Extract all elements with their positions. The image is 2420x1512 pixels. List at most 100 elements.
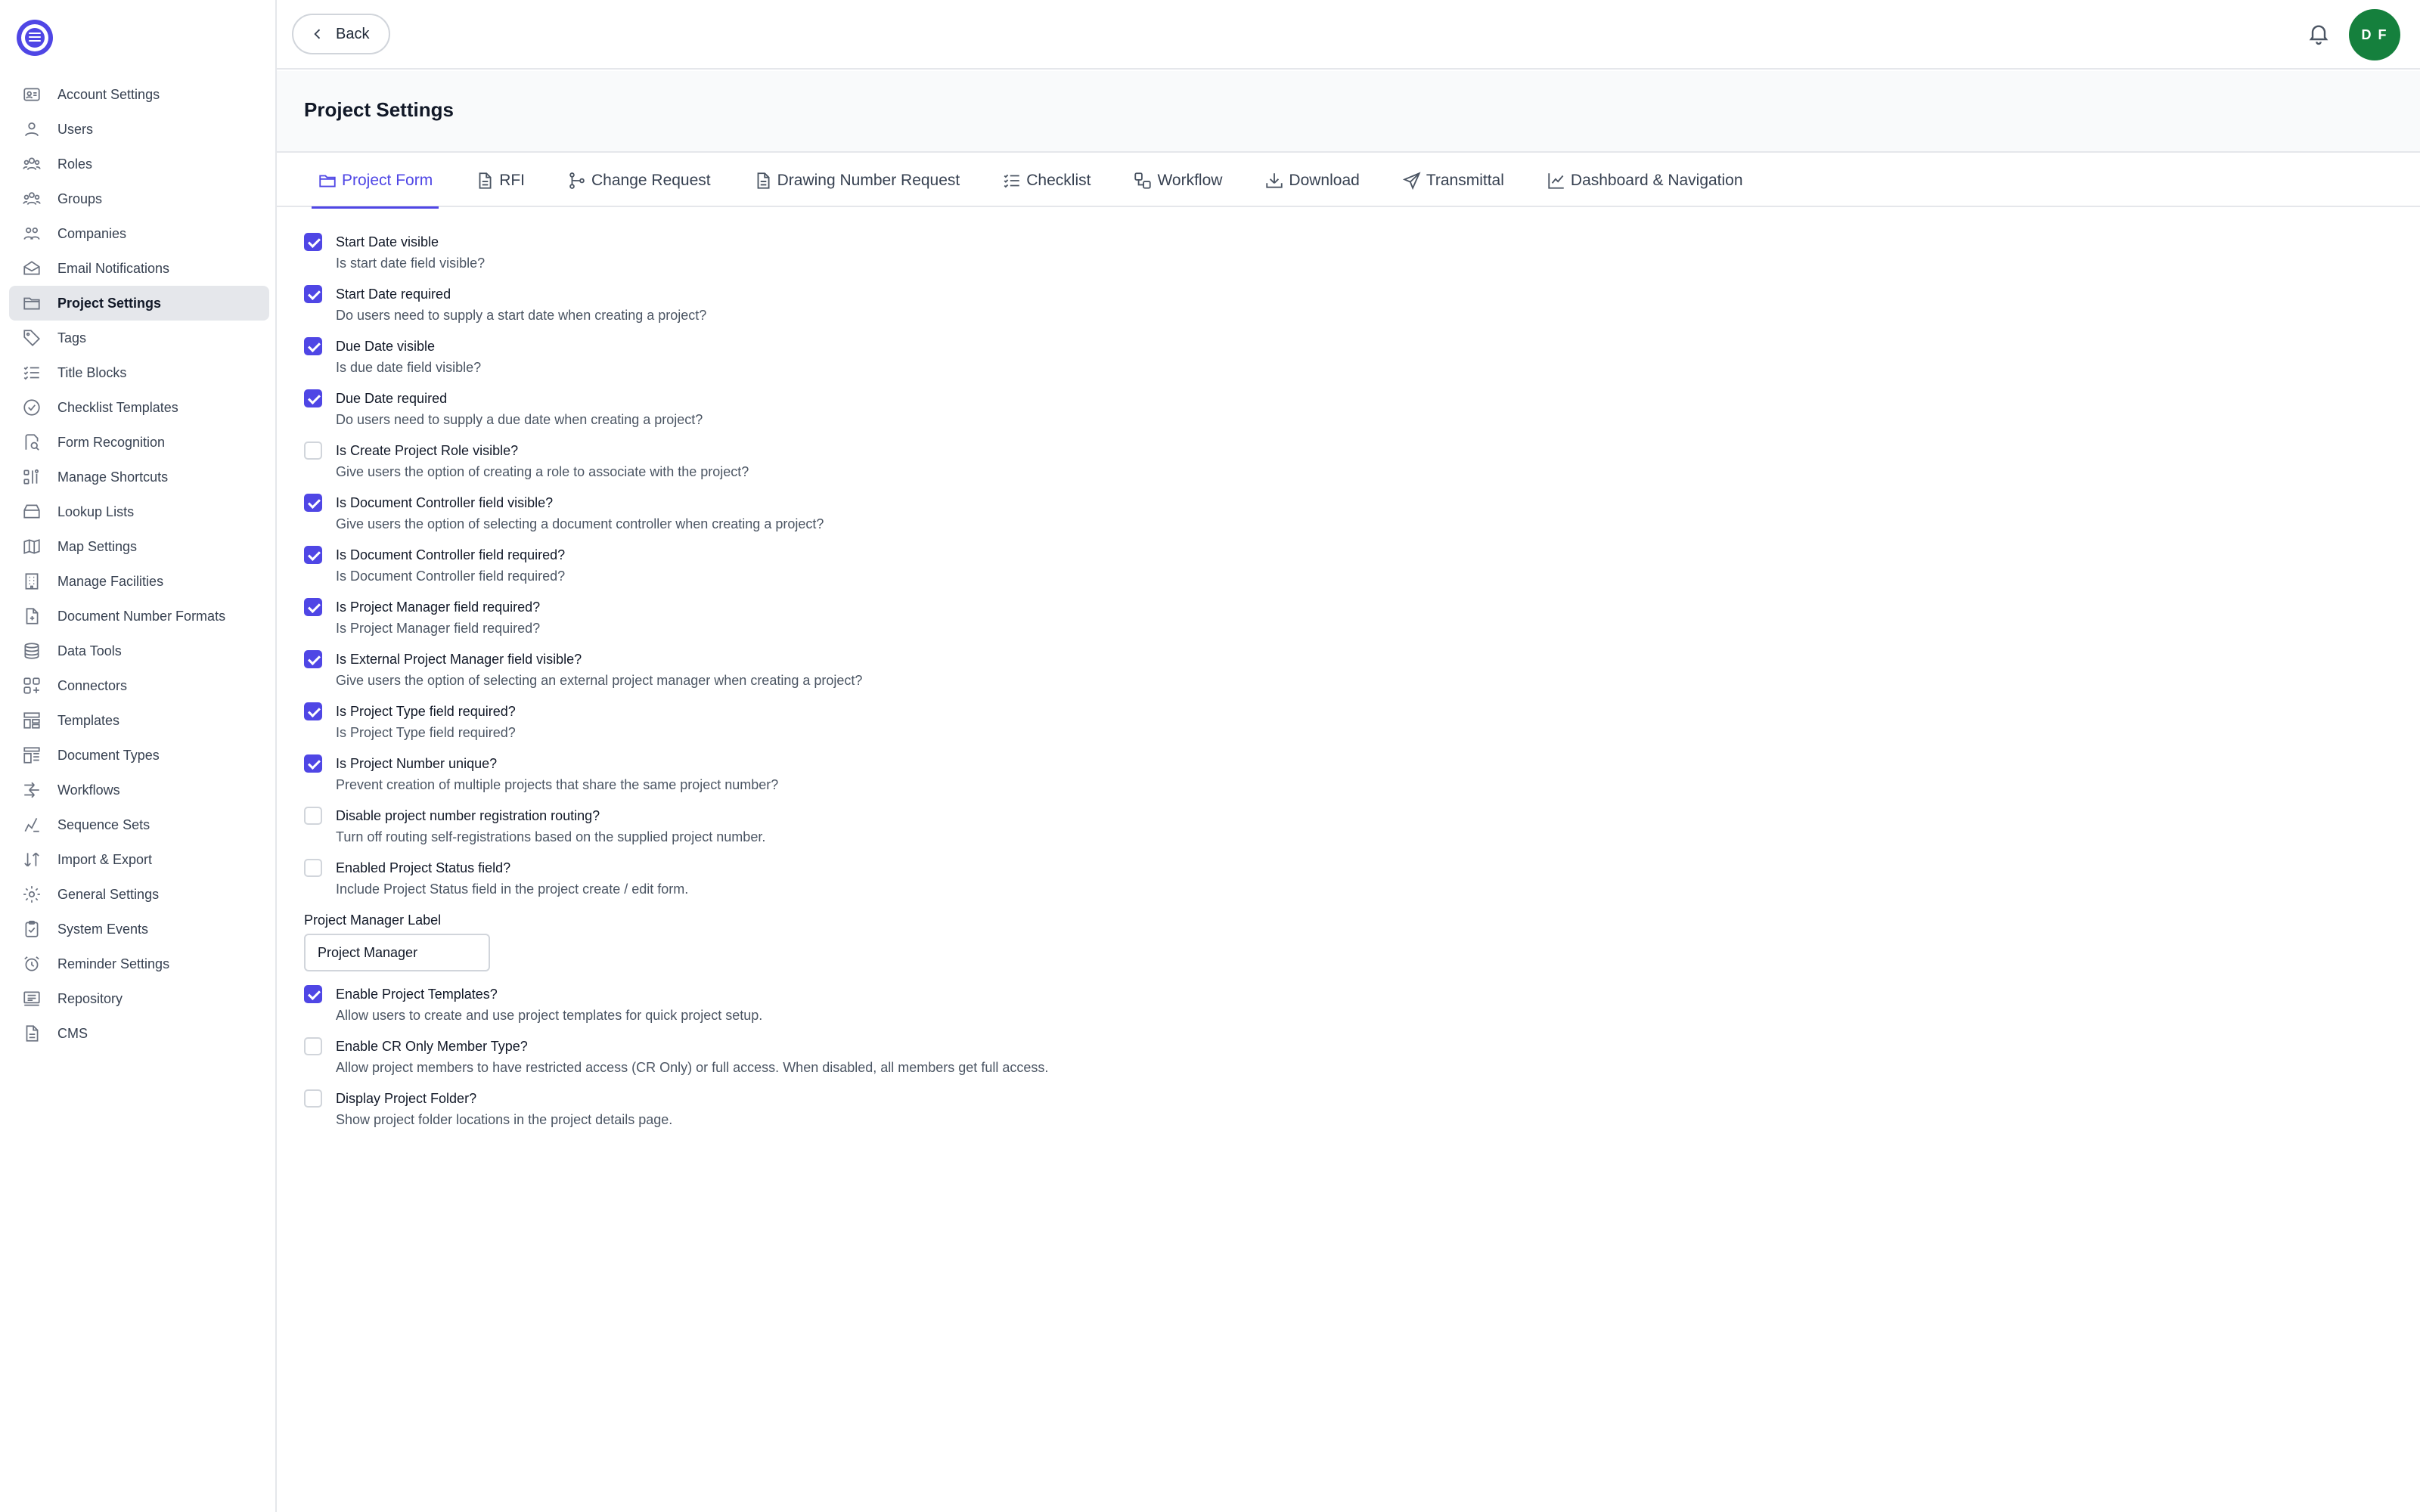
sidebar-item-data-tools[interactable]: Data Tools (9, 634, 269, 668)
roles-icon (23, 157, 41, 170)
sidebar-item-form-recognition[interactable]: Form Recognition (9, 425, 269, 460)
option-checkbox[interactable] (304, 442, 322, 460)
sidebar-item-email-notifications[interactable]: Email Notifications (9, 251, 269, 286)
option-label[interactable]: Is External Project Manager field visibl… (336, 644, 2346, 668)
sidebar-item-tags[interactable]: Tags (9, 321, 269, 355)
sidebar-item-general-settings[interactable]: General Settings (9, 877, 269, 912)
sidebar-item-connectors[interactable]: Connectors (9, 668, 269, 703)
sidebar-item-roles[interactable]: Roles (9, 147, 269, 181)
sidebar-item-project-settings[interactable]: Project Settings (9, 286, 269, 321)
users-icon (25, 122, 39, 137)
option-checkbox[interactable] (304, 1089, 322, 1108)
tab-transmittal[interactable]: Transmittal (1396, 154, 1510, 207)
sidebar-item-title-blocks[interactable]: Title Blocks (9, 355, 269, 390)
app-logo-icon[interactable] (17, 20, 53, 56)
option-checkbox[interactable] (304, 233, 322, 251)
option-checkbox[interactable] (304, 494, 322, 512)
sidebar-item-document-number-formats[interactable]: Document Number Formats (9, 599, 269, 634)
tab-dashboard-and-navigation[interactable]: Dashboard & Navigation (1540, 154, 1749, 207)
connectors-icon-wrap (21, 675, 42, 696)
tag-icon-wrap (21, 327, 42, 349)
document-types-icon-wrap (21, 745, 42, 766)
option-checkbox[interactable] (304, 546, 322, 564)
sidebar-item-lookup-lists[interactable]: Lookup Lists (9, 494, 269, 529)
building-icon-wrap (21, 571, 42, 592)
user-avatar[interactable]: D F (2349, 9, 2400, 60)
tab-change-request[interactable]: Change Request (561, 154, 717, 207)
sidebar-item-label: Workflows (57, 782, 120, 798)
sidebar-item-workflows[interactable]: Workflows (9, 773, 269, 807)
option-checkbox[interactable] (304, 337, 322, 355)
option-checkbox[interactable] (304, 985, 322, 1003)
option-label[interactable]: Enable Project Templates? (336, 979, 2346, 1003)
back-button[interactable]: Back (292, 14, 391, 54)
sidebar-item-import-and-export[interactable]: Import & Export (9, 842, 269, 877)
project-form: Start Date visible Is start date field vi… (304, 227, 2346, 1136)
alarm-icon-wrap (21, 953, 42, 974)
tab-download[interactable]: Download (1258, 154, 1365, 207)
option-label[interactable]: Is Document Controller field required? (336, 540, 2346, 564)
option-label[interactable]: Is Project Type field required? (336, 696, 2346, 720)
option-checkbox[interactable] (304, 285, 322, 303)
option-label[interactable]: Due Date required (336, 383, 2346, 407)
option-label[interactable]: Enable CR Only Member Type? (336, 1031, 2346, 1055)
sidebar-item-system-events[interactable]: System Events (9, 912, 269, 947)
sidebar-item-sequence-sets[interactable]: Sequence Sets (9, 807, 269, 842)
sidebar-item-reminder-settings[interactable]: Reminder Settings (9, 947, 269, 981)
option-checkbox[interactable] (304, 598, 322, 616)
sidebar-item-cms[interactable]: CMS (9, 1016, 269, 1051)
sidebar-item-document-types[interactable]: Document Types (9, 738, 269, 773)
option-label[interactable]: Disable project number registration rout… (336, 801, 2346, 825)
chevron-left-icon (314, 29, 321, 39)
sidebar-item-users[interactable]: Users (9, 112, 269, 147)
cms-icon (26, 1025, 39, 1042)
clipboard-check-icon (25, 920, 39, 937)
option-label[interactable]: Due Date visible (336, 331, 2346, 355)
option-label[interactable]: Is Document Controller field visible? (336, 488, 2346, 512)
map-icon (23, 539, 40, 554)
tab-rfi[interactable]: RFI (469, 154, 531, 207)
tab-drawing-number-request[interactable]: Drawing Number Request (747, 154, 966, 207)
tab-workflow[interactable]: Workflow (1127, 154, 1228, 207)
tab-checklist[interactable]: Checklist (996, 154, 1097, 207)
sidebar-item-companies[interactable]: Companies (9, 216, 269, 251)
option-checkbox[interactable] (304, 859, 322, 877)
option-checkbox[interactable] (304, 754, 322, 773)
sequence-icon-wrap (21, 814, 42, 835)
sidebar-item-checklist-templates[interactable]: Checklist Templates (9, 390, 269, 425)
settings-tabs: Project Form RFI Change Request Drawing Num… (277, 154, 2420, 209)
option-label[interactable]: Display Project Folder? (336, 1083, 2346, 1108)
option-description: Is start date field visible? (336, 256, 486, 271)
tab-project-form[interactable]: Project Form (312, 154, 439, 209)
option-checkbox[interactable] (304, 702, 322, 720)
tab-label: Download (1289, 172, 1360, 189)
sidebar-item-manage-facilities[interactable]: Manage Facilities (9, 564, 269, 599)
workflows-icon-wrap (21, 779, 42, 801)
option-label[interactable]: Is Create Project Role visible? (336, 435, 2346, 460)
sidebar-item-account-settings[interactable]: Account Settings (9, 77, 269, 112)
option-label[interactable]: Enabled Project Status field? (336, 853, 2346, 877)
page-header: Project Settings (277, 71, 2420, 153)
option-checkbox[interactable] (304, 807, 322, 825)
option-label[interactable]: Start Date visible (336, 227, 2346, 251)
option-checkbox[interactable] (304, 1037, 322, 1055)
sidebar-item-manage-shortcuts[interactable]: Manage Shortcuts (9, 460, 269, 494)
roles-icon-wrap (21, 153, 42, 175)
sidebar-item-map-settings[interactable]: Map Settings (9, 529, 269, 564)
sidebar-item-groups[interactable]: Groups (9, 181, 269, 216)
sidebar-item-templates[interactable]: Templates (9, 703, 269, 738)
option-label[interactable]: Is Project Number unique? (336, 748, 2346, 773)
project-manager-label-input[interactable] (304, 934, 490, 971)
tab-label: Workflow (1157, 172, 1223, 189)
sidebar-item-label: Import & Export (57, 851, 153, 867)
option-description: Give users the option of selecting a doc… (336, 516, 824, 531)
option-checkbox[interactable] (304, 650, 322, 668)
option-description: Give users the option of creating a role… (336, 464, 749, 479)
sidebar-item-repository[interactable]: Repository (9, 981, 269, 1016)
notifications-button[interactable] (2304, 18, 2334, 48)
option-label[interactable]: Is Project Manager field required? (336, 592, 2346, 616)
option-due-date-visible: Due Date visible Is due date field visibl… (304, 331, 2346, 383)
groups-icon (23, 192, 41, 205)
option-checkbox[interactable] (304, 389, 322, 407)
option-label[interactable]: Start Date required (336, 279, 2346, 303)
